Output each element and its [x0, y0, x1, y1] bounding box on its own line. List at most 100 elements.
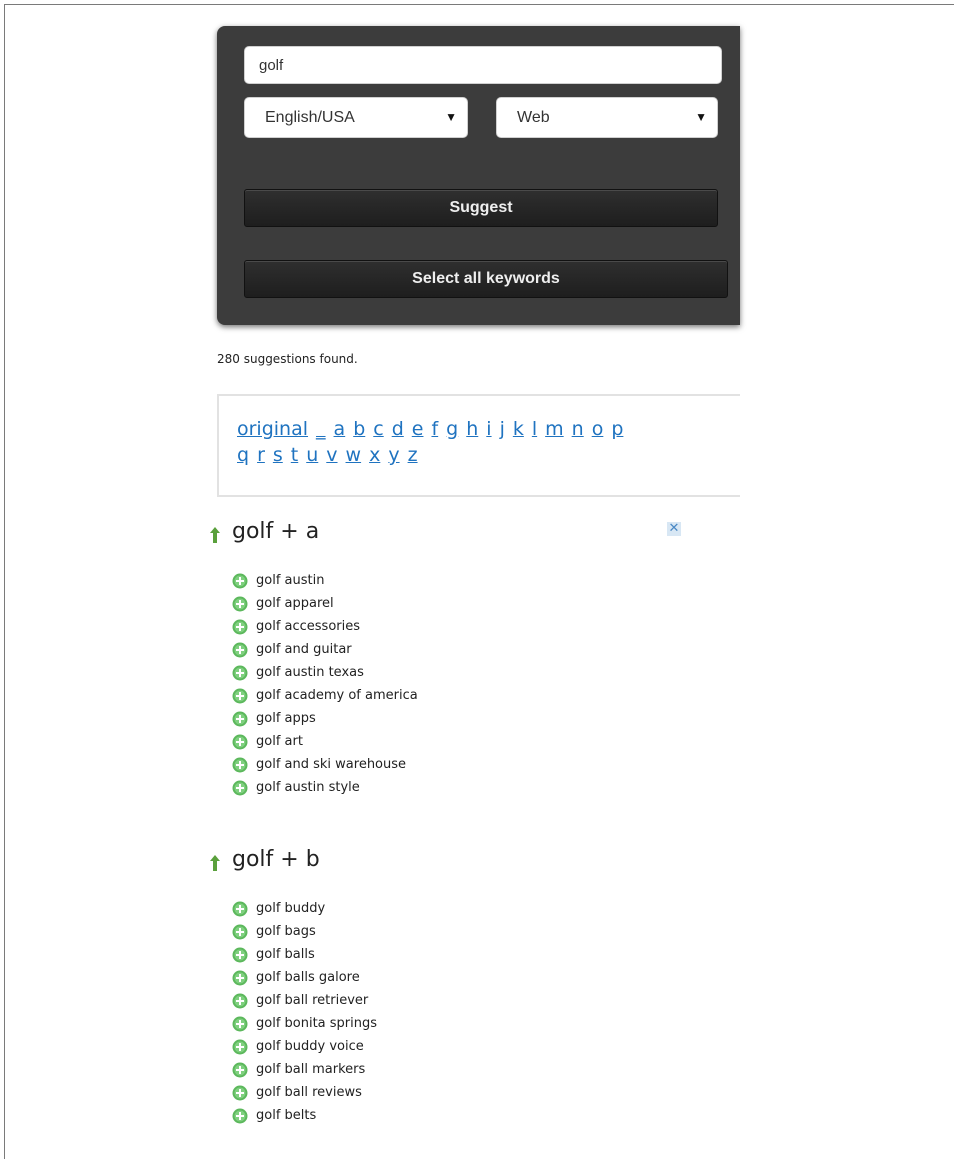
- dropdown-arrow-icon: ▼: [695, 110, 707, 124]
- letter-link[interactable]: o: [592, 418, 604, 440]
- letter-link[interactable]: g: [446, 418, 458, 440]
- letter-link[interactable]: c: [373, 418, 383, 440]
- letter-link[interactable]: x: [369, 444, 380, 466]
- keyword-item: golf accessories: [232, 615, 418, 638]
- letter-link[interactable]: s: [273, 444, 283, 466]
- suggest-button[interactable]: Suggest: [244, 189, 718, 227]
- keyword-text: golf and guitar: [256, 642, 352, 657]
- plus-circle-icon[interactable]: [232, 1039, 248, 1055]
- keyword-text: golf buddy: [256, 901, 326, 916]
- keyword-item: golf bonita springs: [232, 1012, 377, 1035]
- letter-link[interactable]: y: [388, 444, 399, 466]
- plus-circle-icon[interactable]: [232, 1016, 248, 1032]
- keyword-group-title: golf + a: [232, 519, 320, 544]
- plus-circle-icon[interactable]: [232, 993, 248, 1009]
- letter-link[interactable]: j: [500, 418, 505, 440]
- keyword-text: golf and ski warehouse: [256, 757, 407, 772]
- keyword-text: golf austin: [256, 573, 325, 588]
- keyword-item: golf ball reviews: [232, 1081, 377, 1104]
- plus-circle-icon[interactable]: [232, 642, 248, 658]
- keyword-item: golf balls galore: [232, 966, 377, 989]
- plus-circle-icon[interactable]: [232, 573, 248, 589]
- keyword-item: golf balls: [232, 943, 377, 966]
- letter-link[interactable]: m: [545, 418, 564, 440]
- letter-link[interactable]: p: [611, 418, 623, 440]
- language-select[interactable]: English/USA ▼: [244, 97, 468, 138]
- ad-close-icon[interactable]: ✕: [667, 522, 681, 536]
- keyword-text: golf buddy voice: [256, 1039, 364, 1054]
- plus-circle-icon[interactable]: [232, 619, 248, 635]
- letter-link[interactable]: i: [486, 418, 491, 440]
- keyword-item: golf art: [232, 730, 418, 753]
- plus-circle-icon[interactable]: [232, 596, 248, 612]
- letter-link[interactable]: d: [392, 418, 404, 440]
- plus-circle-icon[interactable]: [232, 1085, 248, 1101]
- keyword-text: golf bags: [256, 924, 316, 939]
- keyword-list: golf austin golf apparel golf accessories g…: [232, 569, 418, 799]
- plus-circle-icon[interactable]: [232, 780, 248, 796]
- dropdown-arrow-icon: ▼: [445, 110, 457, 124]
- letter-link[interactable]: q: [237, 444, 249, 466]
- plus-circle-icon[interactable]: [232, 665, 248, 681]
- up-arrow-icon[interactable]: [210, 527, 220, 543]
- letter-navigation: original _ a b c d e f g h i j k l m n o p qrstuvwxyz: [217, 394, 740, 497]
- keyword-text: golf ball retriever: [256, 993, 369, 1008]
- letter-link[interactable]: f: [431, 418, 438, 440]
- letter-link[interactable]: w: [346, 444, 362, 466]
- plus-circle-icon[interactable]: [232, 1108, 248, 1124]
- keyword-text: golf austin style: [256, 780, 360, 795]
- keyword-text: golf academy of america: [256, 688, 418, 703]
- up-arrow-icon[interactable]: [210, 855, 220, 871]
- keyword-text: golf art: [256, 734, 303, 749]
- letter-link[interactable]: l: [532, 418, 537, 440]
- keyword-item: golf apparel: [232, 592, 418, 615]
- letter-row: qrstuvwxyz: [237, 442, 740, 468]
- letter-link[interactable]: z: [408, 444, 418, 466]
- keyword-text: golf ball reviews: [256, 1085, 362, 1100]
- keyword-item: golf belts: [232, 1104, 377, 1127]
- plus-circle-icon[interactable]: [232, 757, 248, 773]
- keyword-item: golf austin texas: [232, 661, 418, 684]
- keyword-text: golf apps: [256, 711, 316, 726]
- keyword-list: golf buddy golf bags golf balls golf balls …: [232, 897, 377, 1127]
- keyword-item: golf ball retriever: [232, 989, 377, 1012]
- plus-circle-icon[interactable]: [232, 970, 248, 986]
- letter-link[interactable]: b: [353, 418, 365, 440]
- keyword-text: golf bonita springs: [256, 1016, 378, 1031]
- source-select-value: Web: [517, 109, 550, 126]
- letter-link[interactable]: _: [316, 418, 326, 440]
- letter-link[interactable]: original: [237, 418, 308, 440]
- keyword-item: golf buddy: [232, 897, 377, 920]
- letter-link[interactable]: k: [513, 418, 524, 440]
- letter-link[interactable]: u: [306, 444, 318, 466]
- letter-link[interactable]: t: [291, 444, 298, 466]
- plus-circle-icon[interactable]: [232, 734, 248, 750]
- plus-circle-icon[interactable]: [232, 947, 248, 963]
- letter-link[interactable]: r: [257, 444, 265, 466]
- keyword-item: golf buddy voice: [232, 1035, 377, 1058]
- keyword-text: golf accessories: [256, 619, 361, 634]
- letter-link[interactable]: a: [334, 418, 346, 440]
- select-all-keywords-button[interactable]: Select all keywords: [244, 260, 728, 298]
- letter-link[interactable]: e: [412, 418, 424, 440]
- keyword-item: golf apps: [232, 707, 418, 730]
- source-select[interactable]: Web ▼: [496, 97, 718, 138]
- letter-link[interactable]: n: [572, 418, 584, 440]
- keyword-item: golf austin: [232, 569, 418, 592]
- plus-circle-icon[interactable]: [232, 901, 248, 917]
- keyword-item: golf austin style: [232, 776, 418, 799]
- plus-circle-icon[interactable]: [232, 688, 248, 704]
- keyword-item: golf and guitar: [232, 638, 418, 661]
- letter-link[interactable]: v: [326, 444, 337, 466]
- plus-circle-icon[interactable]: [232, 711, 248, 727]
- keyword-text: golf apparel: [256, 596, 334, 611]
- keyword-item: golf bags: [232, 920, 377, 943]
- plus-circle-icon[interactable]: [232, 924, 248, 940]
- keyword-input[interactable]: golf: [244, 46, 722, 84]
- letter-link[interactable]: h: [466, 418, 478, 440]
- plus-circle-icon[interactable]: [232, 1062, 248, 1078]
- keyword-item: golf ball markers: [232, 1058, 377, 1081]
- keyword-item: golf academy of america: [232, 684, 418, 707]
- keyword-text: golf austin texas: [256, 665, 364, 680]
- language-select-value: English/USA: [265, 109, 355, 126]
